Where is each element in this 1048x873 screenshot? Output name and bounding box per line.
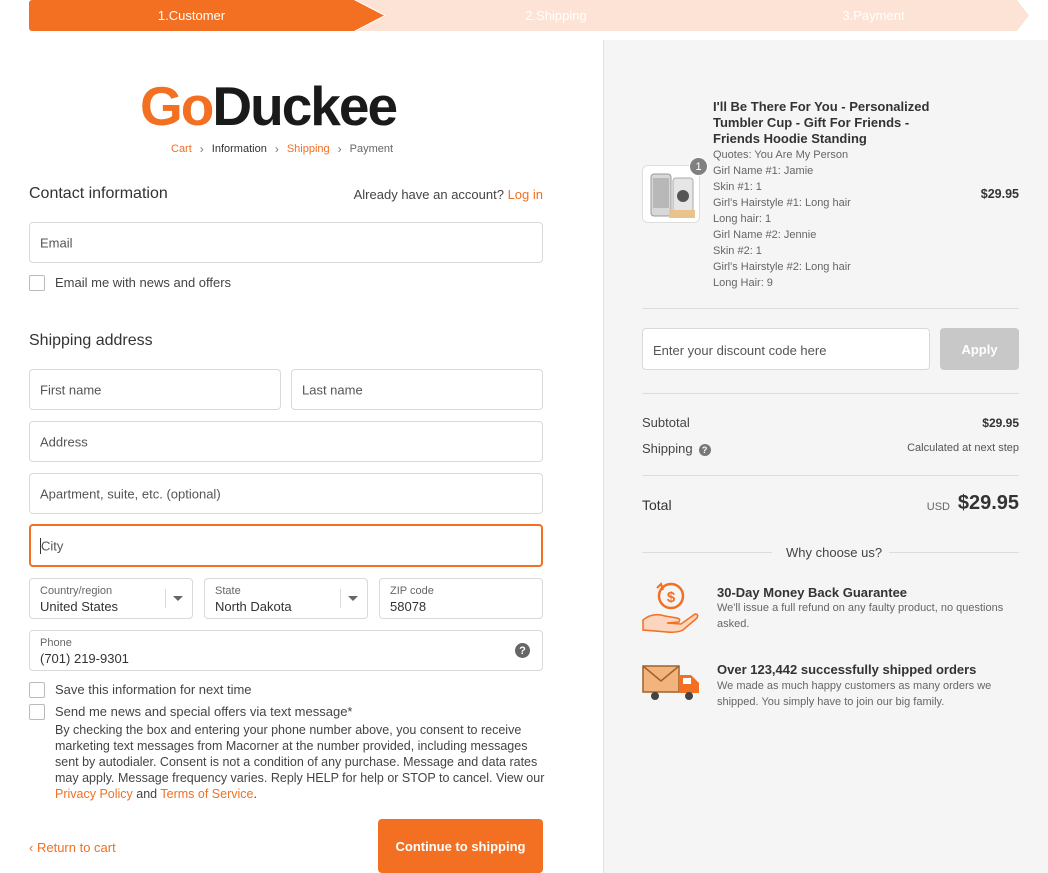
product-options: Quotes: You Are My Person Girl Name #1: … bbox=[713, 149, 851, 289]
chevron-down-icon bbox=[348, 596, 358, 601]
login-link[interactable]: Log in bbox=[508, 187, 543, 202]
continue-to-shipping-button[interactable]: Continue to shipping bbox=[378, 819, 543, 873]
checkout-progress: 1.Customer 2.Shipping 3.Payment bbox=[29, 0, 1029, 31]
save-info-row[interactable]: Save this information for next time bbox=[29, 682, 252, 698]
divider bbox=[642, 393, 1019, 394]
feature-title: 30-Day Money Back Guarantee bbox=[717, 585, 908, 600]
email-input[interactable]: Email bbox=[29, 222, 543, 263]
last-name-input[interactable]: Last name bbox=[291, 369, 543, 410]
currency-code: USD bbox=[926, 501, 950, 513]
product-price: $29.95 bbox=[980, 187, 1019, 201]
feature-title: Over 123,442 successfully shipped orders bbox=[717, 662, 977, 677]
subtotal-label: Subtotal bbox=[642, 415, 690, 430]
breadcrumb-information: Information bbox=[211, 143, 267, 155]
money-back-icon: $ bbox=[642, 582, 699, 633]
save-info-checkbox[interactable] bbox=[29, 682, 45, 698]
contact-title: Contact information bbox=[29, 185, 168, 202]
discount-code-input[interactable]: Enter your discount code here bbox=[642, 328, 930, 370]
divider bbox=[642, 552, 772, 553]
total-value: $29.95 bbox=[957, 492, 1019, 514]
consent-text: By checking the box and entering your ph… bbox=[55, 723, 545, 801]
news-checkbox-row[interactable]: Email me with news and offers bbox=[29, 275, 231, 291]
chevron-right-icon: › bbox=[199, 142, 204, 156]
return-to-cart-link[interactable]: ‹ Return to cart bbox=[29, 840, 116, 855]
shipping-label-row: Shipping? bbox=[642, 441, 711, 456]
address-input[interactable]: Address bbox=[29, 421, 543, 462]
question-icon[interactable]: ? bbox=[515, 643, 530, 658]
sms-checkbox[interactable] bbox=[29, 704, 45, 720]
step-shipping: 2.Shipping bbox=[356, 0, 726, 31]
subtotal-value: $29.95 bbox=[982, 416, 1019, 430]
divider bbox=[889, 552, 1019, 553]
chevron-down-icon bbox=[173, 596, 183, 601]
zip-input[interactable]: ZIP code 58078 bbox=[379, 578, 543, 619]
sms-row[interactable]: Send me news and special offers via text… bbox=[29, 704, 352, 720]
breadcrumb: Cart › Information › Shipping › Payment bbox=[171, 142, 393, 156]
why-choose-title: Why choose us? bbox=[786, 545, 883, 560]
breadcrumb-cart[interactable]: Cart bbox=[171, 143, 192, 155]
question-icon[interactable]: ? bbox=[698, 443, 711, 456]
state-select[interactable]: State North Dakota bbox=[204, 578, 368, 619]
phone-input[interactable]: Phone (701) 219-9301 ? bbox=[29, 630, 543, 671]
product-title: I'll Be There For You - Personalized Tum… bbox=[713, 99, 930, 146]
privacy-policy-link[interactable]: Privacy Policy bbox=[55, 787, 133, 801]
chevron-right-icon: › bbox=[274, 142, 279, 156]
apartment-input[interactable]: Apartment, suite, etc. (optional) bbox=[29, 473, 543, 514]
chevron-left-icon: ‹ bbox=[29, 840, 34, 855]
step-payment: 3.Payment bbox=[688, 0, 1029, 31]
city-input[interactable]: City bbox=[29, 524, 543, 567]
feature-desc: We made as much happy customers as many … bbox=[717, 680, 992, 708]
apply-discount-button[interactable]: Apply bbox=[940, 328, 1019, 370]
news-checkbox[interactable] bbox=[29, 275, 45, 291]
breadcrumb-payment: Payment bbox=[349, 143, 394, 155]
tumbler-image-icon bbox=[643, 166, 699, 222]
svg-text:$: $ bbox=[667, 589, 676, 606]
brand-logo[interactable]: GoDuckee bbox=[140, 76, 398, 136]
breadcrumb-shipping[interactable]: Shipping bbox=[287, 143, 330, 155]
total-label: Total bbox=[642, 497, 672, 513]
shipping-title: Shipping address bbox=[29, 332, 153, 349]
quantity-badge: 1 bbox=[689, 157, 708, 176]
country-select[interactable]: Country/region United States bbox=[29, 578, 193, 619]
terms-link[interactable]: Terms of Service bbox=[160, 787, 253, 801]
step-customer: 1.Customer bbox=[29, 0, 384, 31]
feature-desc: We'll issue a full refund on any faulty … bbox=[717, 602, 1004, 630]
chevron-right-icon: › bbox=[337, 142, 342, 156]
divider bbox=[642, 475, 1019, 476]
account-prompt: Already have an account? Log in bbox=[353, 187, 543, 202]
divider bbox=[642, 308, 1019, 309]
shipping-value: Calculated at next step bbox=[907, 442, 1019, 454]
first-name-input[interactable]: First name bbox=[29, 369, 281, 410]
shipping-truck-icon bbox=[642, 665, 699, 700]
